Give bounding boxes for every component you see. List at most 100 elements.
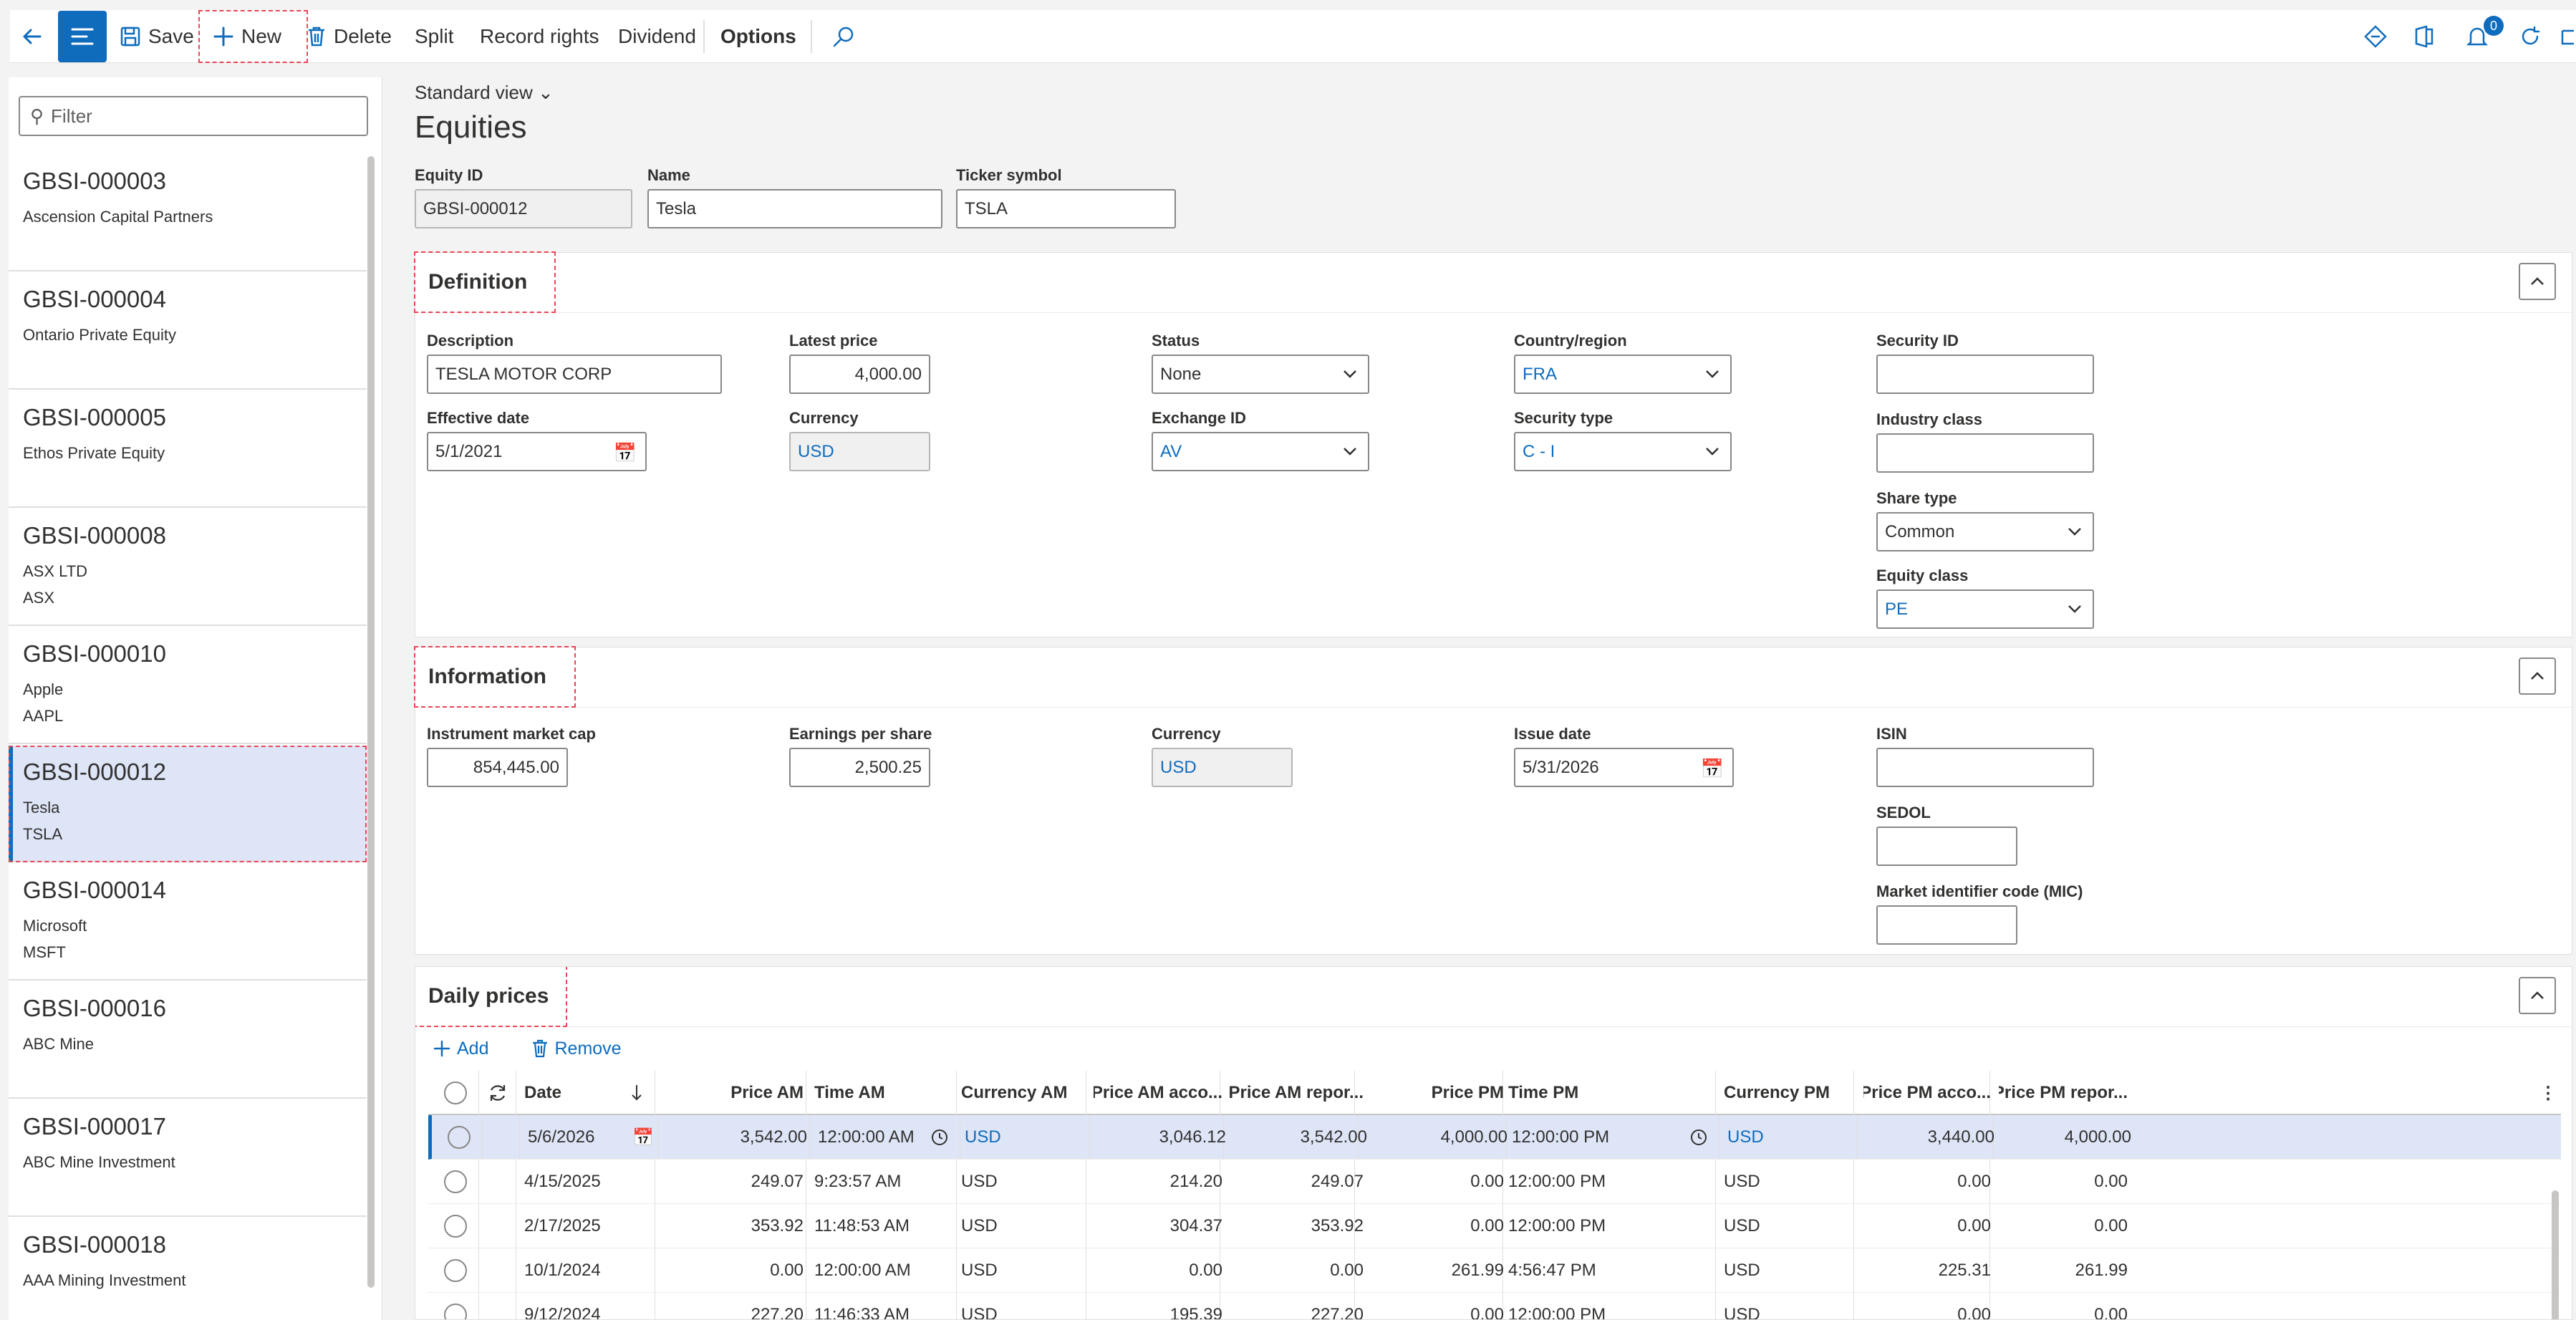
grid-cell[interactable]: USD bbox=[1727, 1115, 1862, 1160]
list-item[interactable]: GBSI-000004 Ontario Private Equity bbox=[9, 273, 367, 390]
status-select[interactable]: None bbox=[1152, 355, 1369, 394]
collapse-daily-prices-button[interactable] bbox=[2519, 977, 2556, 1014]
grid-cell[interactable]: 0.00 bbox=[1368, 1204, 1504, 1248]
grid-cell[interactable]: 3,542.00 bbox=[651, 1115, 807, 1160]
collapse-definition-button[interactable] bbox=[2519, 263, 2556, 300]
grid-cell[interactable]: 0.00 bbox=[1999, 1204, 2128, 1248]
row-select-radio[interactable] bbox=[444, 1248, 473, 1293]
description-input[interactable]: TESLA MOTOR CORP bbox=[427, 355, 722, 394]
calendar-icon[interactable]: 📅 bbox=[632, 1115, 654, 1160]
grid-cell[interactable]: USD bbox=[961, 1248, 1090, 1293]
eps-input[interactable]: 2,500.25 bbox=[789, 748, 930, 787]
grid-cell[interactable]: USD bbox=[965, 1115, 1094, 1160]
list-scrollbar[interactable] bbox=[367, 156, 375, 1288]
security-type-select[interactable]: C - I bbox=[1514, 432, 1732, 471]
grid-cell[interactable]: 227.20 bbox=[1229, 1293, 1364, 1319]
isin-input[interactable] bbox=[1876, 748, 2094, 787]
grid-cell[interactable]: USD bbox=[1724, 1160, 1858, 1204]
open-in-new-button[interactable] bbox=[2560, 10, 2576, 63]
mic-input[interactable] bbox=[1876, 905, 2017, 945]
column-header[interactable]: Price AM acco... bbox=[1094, 1071, 1222, 1115]
grid-cell[interactable]: 12:00:00 PM bbox=[1508, 1293, 1716, 1319]
grid-cell[interactable]: USD bbox=[961, 1293, 1090, 1319]
share-type-select[interactable]: Common bbox=[1876, 512, 2094, 551]
list-item[interactable]: GBSI-000018 AAA Mining Investment bbox=[9, 1218, 367, 1320]
info-currency-input[interactable]: USD bbox=[1152, 748, 1293, 787]
list-item[interactable]: GBSI-000017 ABC Mine Investment bbox=[9, 1100, 367, 1217]
row-select-radio[interactable] bbox=[444, 1293, 473, 1319]
column-header[interactable]: Price AM repor... bbox=[1229, 1071, 1364, 1115]
new-button[interactable]: New bbox=[198, 10, 308, 63]
save-button[interactable]: Save bbox=[120, 10, 194, 63]
latest-price-input[interactable]: 4,000.00 bbox=[789, 355, 930, 394]
grid-cell[interactable]: 261.99 bbox=[1999, 1248, 2128, 1293]
list-item[interactable]: GBSI-000008 ASX LTD ASX bbox=[9, 509, 367, 626]
refresh-button[interactable] bbox=[2519, 10, 2549, 63]
grid-cell[interactable]: 225.31 bbox=[1863, 1248, 1991, 1293]
delete-button[interactable]: Delete bbox=[307, 10, 392, 63]
refresh-icon[interactable] bbox=[487, 1071, 511, 1115]
clock-icon[interactable] bbox=[931, 1115, 952, 1160]
industry-class-input[interactable] bbox=[1876, 433, 2094, 473]
grid-cell[interactable]: USD bbox=[1724, 1248, 1858, 1293]
grid-cell[interactable]: 11:46:33 AM bbox=[814, 1293, 950, 1319]
list-item[interactable]: GBSI-000010 Apple AAPL bbox=[9, 627, 367, 744]
name-input[interactable]: Tesla bbox=[647, 189, 942, 228]
office-button[interactable] bbox=[2413, 10, 2442, 63]
sedol-input[interactable] bbox=[1876, 827, 2017, 866]
grid-cell[interactable]: 3,542.00 bbox=[1232, 1115, 1367, 1160]
filter-input[interactable]: ⚲ Filter bbox=[19, 96, 368, 136]
table-row[interactable]: 10/1/2024 0.00 12:00:00 AM USD 0.00 0.00 261.9… bbox=[428, 1248, 2561, 1293]
column-header[interactable]: Price PM repor... bbox=[1999, 1071, 2128, 1115]
grid-cell[interactable]: 195.39 bbox=[1094, 1293, 1222, 1319]
collapse-information-button[interactable] bbox=[2519, 657, 2556, 695]
grid-cell[interactable]: 3,440.00 bbox=[1867, 1115, 1994, 1160]
grid-cell[interactable]: 11:48:53 AM bbox=[814, 1204, 950, 1248]
list-item[interactable]: GBSI-000005 Ethos Private Equity bbox=[9, 391, 367, 508]
equity-id-input[interactable]: GBSI-000012 bbox=[415, 189, 632, 228]
grid-cell[interactable]: 9/12/2024 bbox=[524, 1293, 624, 1319]
grid-cell[interactable]: 4:56:47 PM bbox=[1508, 1248, 1716, 1293]
table-row[interactable]: 9/12/2024 227.20 11:46:33 AM USD 195.39 227.2… bbox=[428, 1293, 2561, 1319]
column-header[interactable]: Date bbox=[524, 1071, 624, 1115]
grid-scrollbar[interactable] bbox=[2552, 1190, 2559, 1319]
grid-cell[interactable]: 0.00 bbox=[1999, 1293, 2128, 1319]
column-header[interactable]: Time AM bbox=[814, 1071, 950, 1115]
security-id-input[interactable] bbox=[1876, 355, 2094, 394]
record-rights-button[interactable]: Record rights bbox=[480, 10, 599, 63]
action-pane-menu-button[interactable] bbox=[58, 11, 107, 62]
grid-cell[interactable]: 0.00 bbox=[1094, 1248, 1222, 1293]
row-select-radio[interactable] bbox=[444, 1204, 473, 1248]
grid-cell[interactable]: 12:00:00 PM bbox=[1508, 1204, 1716, 1248]
row-select-radio[interactable] bbox=[448, 1115, 476, 1160]
grid-cell[interactable]: 214.20 bbox=[1094, 1160, 1222, 1204]
grid-cell[interactable]: 353.92 bbox=[647, 1204, 804, 1248]
column-header[interactable]: Currency AM bbox=[961, 1071, 1090, 1115]
grid-cell[interactable]: 4/15/2025 bbox=[524, 1160, 624, 1204]
grid-cell[interactable]: 0.00 bbox=[1863, 1293, 1991, 1319]
grid-cell[interactable]: 0.00 bbox=[1368, 1293, 1504, 1319]
equity-class-select[interactable]: PE bbox=[1876, 589, 2094, 629]
currency-input[interactable]: USD bbox=[789, 432, 930, 471]
grid-cell[interactable]: 249.07 bbox=[1229, 1160, 1364, 1204]
grid-cell[interactable]: 12:00:00 AM bbox=[814, 1248, 950, 1293]
grid-cell[interactable]: 12:00:00 PM bbox=[1512, 1115, 1719, 1160]
grid-cell[interactable]: 4,000.00 bbox=[2002, 1115, 2131, 1160]
list-item[interactable]: GBSI-000003 Ascension Capital Partners bbox=[9, 155, 367, 271]
grid-cell[interactable]: 304.37 bbox=[1094, 1204, 1222, 1248]
search-button[interactable] bbox=[832, 10, 862, 63]
information-header[interactable]: Information bbox=[415, 647, 2572, 708]
grid-cell[interactable]: 0.00 bbox=[1229, 1248, 1364, 1293]
column-header[interactable]: Time PM bbox=[1508, 1071, 1716, 1115]
diamond-button[interactable] bbox=[2364, 10, 2394, 63]
more-options-icon[interactable]: ⋮ bbox=[2539, 1071, 2557, 1115]
grid-cell[interactable]: 3,046.12 bbox=[1097, 1115, 1226, 1160]
grid-cell[interactable]: 0.00 bbox=[1368, 1160, 1504, 1204]
back-button[interactable] bbox=[20, 10, 52, 63]
grid-cell[interactable]: 249.07 bbox=[647, 1160, 804, 1204]
calendar-icon[interactable]: 📅 bbox=[614, 442, 637, 464]
table-row[interactable]: 2/17/2025 353.92 11:48:53 AM USD 304.37 353.9… bbox=[428, 1204, 2561, 1248]
dividend-button[interactable]: Dividend bbox=[618, 10, 696, 63]
remove-row-button[interactable]: Remove bbox=[531, 1039, 642, 1059]
grid-cell[interactable]: 5/6/2026 bbox=[528, 1115, 628, 1160]
